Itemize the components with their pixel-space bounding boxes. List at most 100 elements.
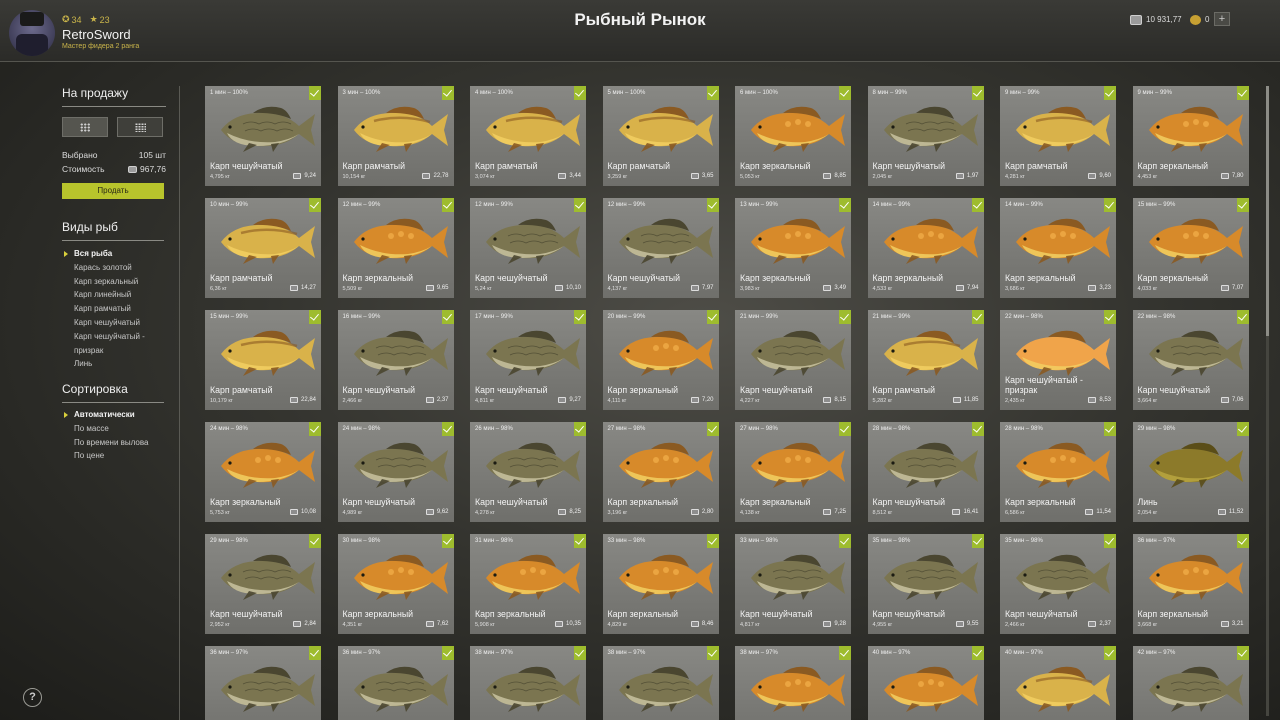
fish-card[interactable]: 22 мин – 98% Карп чешуйчатый 3,664 кг 7,06	[1132, 310, 1249, 410]
selected-check-icon[interactable]	[574, 422, 586, 436]
fish-card[interactable]: 24 мин – 98% Карп зеркальный 5,753 кг 10,08	[205, 422, 321, 522]
fish-type-item[interactable]: Карп чешуйчатый - призрак	[62, 330, 166, 358]
selected-check-icon[interactable]	[971, 646, 984, 660]
fish-card[interactable]: 9 мин – 99% Карп зеркальный 4,453 кг 7,80	[1132, 86, 1249, 186]
fish-card[interactable]: 26 мин – 98% Карп чешуйчатый 4,278 кг 8,25	[470, 422, 586, 522]
fish-card[interactable]: 12 мин – 99% Карп зеркальный 5,509 кг 9,65	[337, 198, 454, 298]
fish-card[interactable]: 36 мин – 97%	[337, 646, 454, 720]
fish-card[interactable]: 5 мин – 100% Карп рамчатый 3,259 кг 3,65	[602, 86, 719, 186]
fish-card[interactable]: 21 мин – 99% Карп чешуйчатый 4,227 кг 8,15	[735, 310, 851, 410]
selected-check-icon[interactable]	[1104, 310, 1116, 324]
selected-check-icon[interactable]	[1104, 646, 1116, 660]
fish-card[interactable]: 28 мин – 98% Карп чешуйчатый 8,512 кг 16,41	[867, 422, 984, 522]
selected-check-icon[interactable]	[1236, 646, 1249, 660]
fish-card[interactable]: 3 мин – 100% Карп рамчатый 10,154 кг 22,78	[337, 86, 454, 186]
selected-check-icon[interactable]	[441, 534, 454, 548]
selected-check-icon[interactable]	[574, 86, 586, 100]
fish-card[interactable]: 38 мин – 97%	[602, 646, 719, 720]
add-currency-button[interactable]: +	[1214, 12, 1230, 26]
selected-check-icon[interactable]	[1236, 310, 1249, 324]
selected-check-icon[interactable]	[971, 310, 984, 324]
selected-check-icon[interactable]	[1104, 86, 1116, 100]
selected-check-icon[interactable]	[971, 198, 984, 212]
fish-card[interactable]: 33 мин – 98% Карп чешуйчатый 4,817 кг 9,28	[735, 534, 851, 634]
selected-check-icon[interactable]	[574, 310, 586, 324]
fish-card[interactable]: 9 мин – 99% Карп рамчатый 4,281 кг 9,60	[1000, 86, 1116, 186]
selected-check-icon[interactable]	[839, 86, 851, 100]
view-large-toggle[interactable]	[62, 117, 108, 137]
fish-card[interactable]: 35 мин – 98% Карп чешуйчатый 2,466 кг 2,37	[1000, 534, 1116, 634]
fish-card[interactable]: 40 мин – 97%	[867, 646, 984, 720]
fish-card[interactable]: 33 мин – 98% Карп зеркальный 4,829 кг 8,46	[602, 534, 719, 634]
fish-card[interactable]: 13 мин – 99% Карп зеркальный 3,983 кг 3,49	[735, 198, 851, 298]
fish-card[interactable]: 10 мин – 99% Карп рамчатый 6,36 кг 14,27	[205, 198, 321, 298]
fish-card[interactable]: 4 мин – 100% Карп рамчатый 3,074 кг 3,44	[470, 86, 586, 186]
fish-type-item[interactable]: Карп линейный	[62, 288, 166, 302]
selected-check-icon[interactable]	[441, 86, 454, 100]
selected-check-icon[interactable]	[309, 646, 321, 660]
fish-type-item[interactable]: Карась золотой	[62, 261, 166, 275]
selected-check-icon[interactable]	[309, 422, 321, 436]
view-small-toggle[interactable]	[117, 117, 163, 137]
sort-option-item[interactable]: По времени вылова	[62, 436, 166, 450]
selected-check-icon[interactable]	[706, 646, 719, 660]
fish-card[interactable]: 35 мин – 98% Карп чешуйчатый 4,955 кг 9,55	[867, 534, 984, 634]
sort-option-item[interactable]: По массе	[62, 422, 166, 436]
fish-type-item[interactable]: Карп чешуйчатый	[62, 316, 166, 330]
fish-card[interactable]: 27 мин – 98% Карп зеркальный 4,138 кг 7,25	[735, 422, 851, 522]
selected-check-icon[interactable]	[1104, 422, 1116, 436]
fish-card[interactable]: 1 мин – 100% Карп чешуйчатый 4,795 кг 9,24	[205, 86, 321, 186]
fish-card[interactable]: 36 мин – 97%	[205, 646, 321, 720]
fish-card[interactable]: 28 мин – 98% Карп зеркальный 6,586 кг 11,54	[1000, 422, 1116, 522]
selected-check-icon[interactable]	[706, 198, 719, 212]
selected-check-icon[interactable]	[1104, 534, 1116, 548]
selected-check-icon[interactable]	[1236, 198, 1249, 212]
fish-type-item[interactable]: Карп зеркальный	[62, 275, 166, 289]
selected-check-icon[interactable]	[309, 86, 321, 100]
fish-card[interactable]: 6 мин – 100% Карп зеркальный 5,053 кг 8,85	[735, 86, 851, 186]
fish-card[interactable]: 22 мин – 98% Карп чешуйчатый - призрак 2,4…	[1000, 310, 1116, 410]
sort-option-item[interactable]: По цене	[62, 449, 166, 463]
selected-check-icon[interactable]	[839, 534, 851, 548]
selected-check-icon[interactable]	[839, 646, 851, 660]
selected-check-icon[interactable]	[971, 422, 984, 436]
fish-card[interactable]: 29 мин – 98% Линь 2,054 кг 11,52	[1132, 422, 1249, 522]
scrollbar-thumb[interactable]	[1266, 86, 1269, 336]
selected-check-icon[interactable]	[839, 198, 851, 212]
selected-check-icon[interactable]	[441, 198, 454, 212]
selected-check-icon[interactable]	[441, 422, 454, 436]
selected-check-icon[interactable]	[574, 198, 586, 212]
selected-check-icon[interactable]	[574, 534, 586, 548]
fish-type-item[interactable]: Вся рыба	[62, 247, 166, 261]
selected-check-icon[interactable]	[1236, 422, 1249, 436]
selected-check-icon[interactable]	[706, 422, 719, 436]
fish-card[interactable]: 14 мин – 99% Карп зеркальный 3,686 кг 3,23	[1000, 198, 1116, 298]
fish-card[interactable]: 29 мин – 98% Карп чешуйчатый 2,952 кг 2,84	[205, 534, 321, 634]
fish-card[interactable]: 15 мин – 99% Карп зеркальный 4,033 кг 7,07	[1132, 198, 1249, 298]
selected-check-icon[interactable]	[1236, 534, 1249, 548]
fish-card[interactable]: 42 мин – 97%	[1132, 646, 1249, 720]
sell-button[interactable]: Продать	[62, 183, 164, 199]
fish-card[interactable]: 31 мин – 98% Карп зеркальный 5,908 кг 10,35	[470, 534, 586, 634]
fish-card[interactable]: 38 мин – 97%	[735, 646, 851, 720]
help-button[interactable]: ?	[23, 688, 42, 707]
selected-check-icon[interactable]	[839, 310, 851, 324]
fish-type-item[interactable]: Линь	[62, 357, 166, 371]
fish-card[interactable]: 40 мин – 97%	[1000, 646, 1116, 720]
fish-card[interactable]: 30 мин – 98% Карп зеркальный 4,351 кг 7,62	[337, 534, 454, 634]
fish-card[interactable]: 27 мин – 98% Карп зеркальный 3,196 кг 2,80	[602, 422, 719, 522]
fish-card[interactable]: 36 мин – 97% Карп зеркальный 3,668 кг 3,21	[1132, 534, 1249, 634]
fish-card[interactable]: 14 мин – 99% Карп зеркальный 4,533 кг 7,94	[867, 198, 984, 298]
selected-check-icon[interactable]	[441, 310, 454, 324]
selected-check-icon[interactable]	[574, 646, 586, 660]
selected-check-icon[interactable]	[971, 534, 984, 548]
fish-card[interactable]: 21 мин – 99% Карп рамчатый 5,282 кг 11,85	[867, 310, 984, 410]
fish-card[interactable]: 17 мин – 99% Карп чешуйчатый 4,811 кг 9,27	[470, 310, 586, 410]
selected-check-icon[interactable]	[1236, 86, 1249, 100]
selected-check-icon[interactable]	[706, 86, 719, 100]
fish-card[interactable]: 12 мин – 99% Карп чешуйчатый 5,24 кг 10,10	[470, 198, 586, 298]
fish-card[interactable]: 15 мин – 99% Карп рамчатый 10,179 кг 22,84	[205, 310, 321, 410]
selected-check-icon[interactable]	[309, 310, 321, 324]
fish-card[interactable]: 16 мин – 99% Карп чешуйчатый 2,466 кг 2,37	[337, 310, 454, 410]
fish-card[interactable]: 20 мин – 99% Карп зеркальный 4,111 кг 7,20	[602, 310, 719, 410]
